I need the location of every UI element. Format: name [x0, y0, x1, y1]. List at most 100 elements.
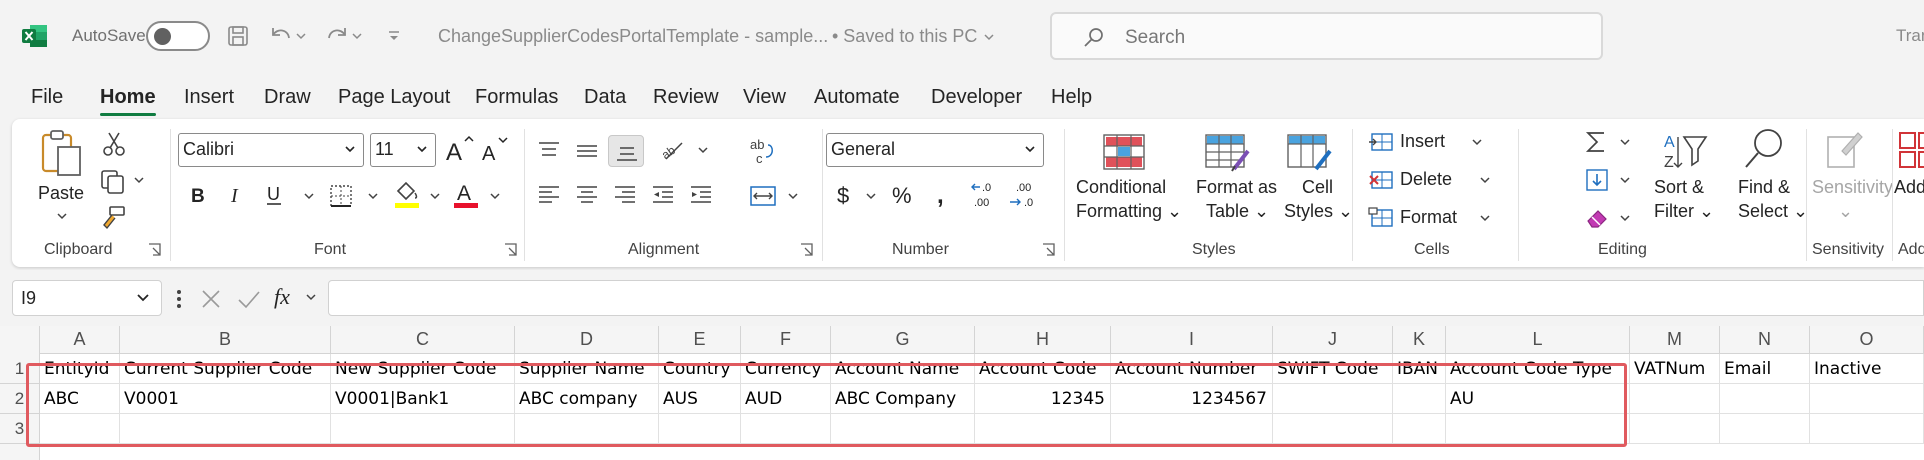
chevron-down-icon[interactable] — [488, 191, 502, 201]
document-title[interactable]: ChangeSupplierCodesPortalTemplate - samp… — [438, 26, 828, 47]
autosave-toggle[interactable] — [146, 21, 210, 51]
dialog-launcher-icon[interactable] — [148, 243, 161, 256]
tab-automate[interactable]: Automate — [814, 86, 900, 109]
cell-N1[interactable]: Email — [1720, 354, 1810, 384]
middle-align-icon[interactable] — [574, 139, 600, 163]
delete-cells-button[interactable]: Delete — [1400, 167, 1452, 191]
number-format-select[interactable]: General — [826, 133, 1044, 167]
row-header[interactable]: 1 — [0, 354, 40, 384]
tab-data[interactable]: Data — [584, 86, 626, 109]
cell-styles-line1[interactable]: Cell — [1302, 175, 1333, 199]
copy-icon[interactable] — [100, 169, 126, 195]
format-cells-button[interactable]: Format — [1400, 205, 1457, 229]
decrease-font-size-icon[interactable]: A — [480, 135, 510, 165]
add-ins-button[interactable]: Add-ins — [1894, 175, 1924, 199]
column-header[interactable]: J — [1273, 326, 1393, 354]
chevron-down-icon[interactable] — [132, 175, 146, 185]
fill-icon[interactable] — [1584, 167, 1610, 193]
tab-developer[interactable]: Developer — [931, 86, 1022, 109]
paste-icon[interactable] — [40, 129, 84, 177]
align-right-icon[interactable] — [612, 183, 638, 207]
chevron-down-icon[interactable] — [304, 292, 318, 302]
delete-cells-icon[interactable] — [1368, 169, 1394, 191]
column-header[interactable]: L — [1446, 326, 1630, 354]
tab-home[interactable]: Home — [100, 86, 156, 109]
select-all-corner[interactable] — [0, 326, 40, 354]
name-box[interactable]: I9 — [12, 280, 162, 316]
tab-insert[interactable]: Insert — [184, 86, 234, 109]
bottom-align-button[interactable] — [608, 135, 644, 167]
increase-font-size-icon[interactable]: A — [445, 135, 475, 165]
chevron-down-icon[interactable] — [1470, 137, 1484, 147]
column-header[interactable]: G — [831, 326, 975, 354]
align-center-icon[interactable] — [574, 183, 600, 207]
customize-quick-access-button[interactable] — [386, 22, 402, 50]
conditional-formatting-icon[interactable] — [1102, 133, 1146, 171]
chevron-down-icon[interactable] — [1618, 137, 1632, 147]
column-header[interactable]: A — [40, 326, 120, 354]
cell-J3[interactable] — [1273, 414, 1393, 444]
sort-filter-line2[interactable]: Filter ⌄ — [1654, 199, 1714, 223]
dialog-launcher-icon[interactable] — [1042, 243, 1055, 256]
cell-D2[interactable]: ABC company — [515, 384, 659, 414]
cell-A1[interactable]: EntityId — [40, 354, 120, 384]
column-header[interactable]: K — [1393, 326, 1446, 354]
column-header[interactable]: M — [1630, 326, 1720, 354]
cell-E1[interactable]: Country — [659, 354, 741, 384]
dialog-launcher-icon[interactable] — [800, 243, 813, 256]
chevron-down-icon[interactable] — [302, 191, 316, 201]
find-select-line1[interactable]: Find & — [1738, 175, 1790, 199]
tab-page-layout[interactable]: Page Layout — [338, 86, 450, 109]
currency-icon[interactable]: $ — [834, 181, 854, 209]
cell-D3[interactable] — [515, 414, 659, 444]
cell-L1[interactable]: Account Code Type — [1446, 354, 1630, 384]
paste-button[interactable]: Paste — [38, 181, 84, 205]
italic-icon[interactable]: I — [226, 183, 246, 207]
conditional-formatting-line1[interactable]: Conditional — [1076, 175, 1166, 199]
cancel-icon[interactable] — [200, 288, 222, 310]
save-status[interactable]: • Saved to this PC — [832, 26, 996, 47]
cell-C2[interactable]: V0001|Bank1 — [331, 384, 515, 414]
cell-styles-icon[interactable] — [1286, 133, 1334, 173]
cell-G2[interactable]: ABC Company — [831, 384, 975, 414]
cell-B3[interactable] — [120, 414, 331, 444]
cell-E2[interactable]: AUS — [659, 384, 741, 414]
cell-O1[interactable]: Inactive — [1810, 354, 1924, 384]
format-painter-icon[interactable] — [100, 205, 126, 231]
increase-decimal-icon[interactable]: .0.00 — [970, 179, 1002, 211]
tab-help[interactable]: Help — [1051, 86, 1092, 109]
insert-cells-button[interactable]: Insert — [1400, 129, 1445, 153]
autosum-icon[interactable] — [1584, 129, 1608, 155]
search-input[interactable]: Search — [1050, 12, 1603, 60]
find-select-line2[interactable]: Select ⌄ — [1738, 199, 1808, 223]
column-header[interactable]: B — [120, 326, 331, 354]
cell-B2[interactable]: V0001 — [120, 384, 331, 414]
cell-M3[interactable] — [1630, 414, 1720, 444]
cell-L3[interactable] — [1446, 414, 1630, 444]
tab-file[interactable]: File — [31, 86, 63, 109]
chevron-down-icon[interactable] — [1618, 213, 1632, 223]
cell-styles-line2[interactable]: Styles ⌄ — [1284, 199, 1353, 223]
cell-L2[interactable]: AU — [1446, 384, 1630, 414]
cell-A2[interactable]: ABC — [40, 384, 120, 414]
account-name[interactable]: Tran — [1896, 26, 1924, 46]
chevron-down-icon[interactable] — [1478, 175, 1492, 185]
merge-center-icon[interactable] — [748, 183, 778, 209]
save-button[interactable] — [226, 22, 250, 50]
cell-J1[interactable]: SWIFT Code — [1273, 354, 1393, 384]
cell-E3[interactable] — [659, 414, 741, 444]
chevron-down-icon[interactable] — [696, 145, 710, 155]
cell-O3[interactable] — [1810, 414, 1924, 444]
wrap-text-icon[interactable]: abc — [748, 137, 778, 167]
cut-icon[interactable] — [102, 131, 126, 157]
format-cells-icon[interactable] — [1368, 207, 1394, 229]
cell-M2[interactable] — [1630, 384, 1720, 414]
cell-I2[interactable]: 1234567 — [1111, 384, 1273, 414]
font-color-icon[interactable]: A — [452, 179, 480, 211]
chevron-down-icon[interactable] — [428, 191, 442, 201]
row-header[interactable]: 3 — [0, 414, 40, 444]
format-as-table-icon[interactable] — [1204, 133, 1252, 173]
enter-check-icon[interactable] — [236, 288, 262, 310]
fill-color-icon[interactable] — [392, 179, 422, 211]
increase-indent-icon[interactable] — [688, 183, 714, 207]
